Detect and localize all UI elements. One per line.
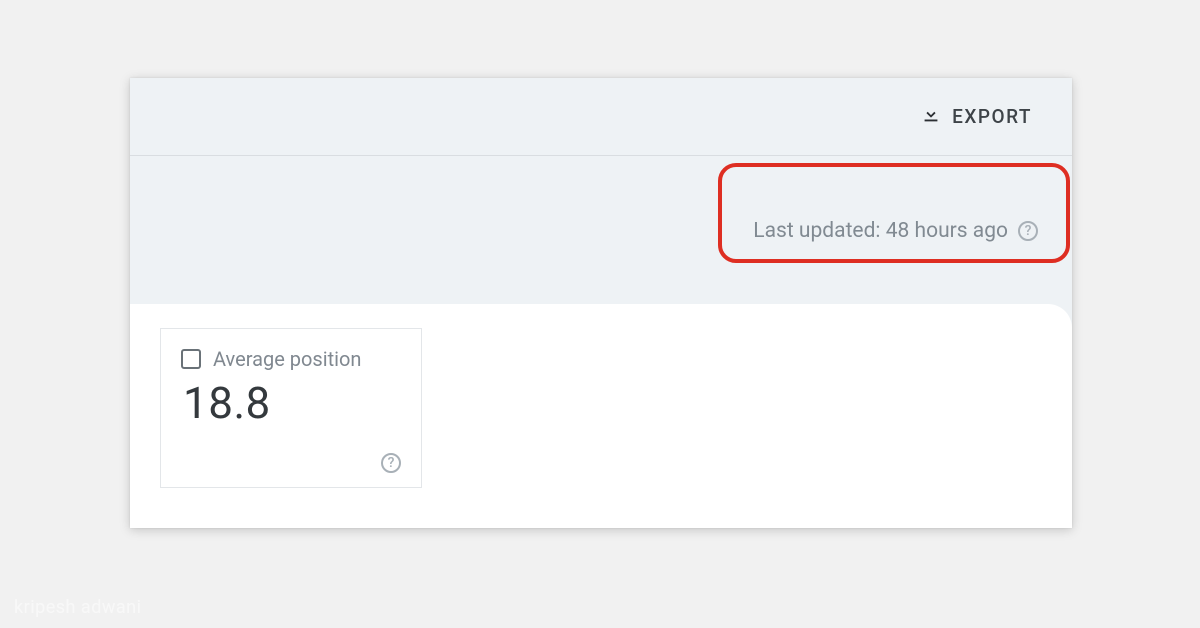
- download-icon: [920, 103, 942, 130]
- watermark: kripesh adwani: [14, 597, 142, 618]
- average-position-card[interactable]: Average position 18.8 ?: [160, 328, 422, 488]
- report-panel: EXPORT Last updated: 48 hours ago ? Aver…: [130, 78, 1072, 528]
- help-icon[interactable]: ?: [381, 453, 401, 473]
- metric-label: Average position: [213, 347, 361, 371]
- export-button[interactable]: EXPORT: [920, 103, 1032, 130]
- status-row: Last updated: 48 hours ago ?: [130, 156, 1072, 306]
- help-icon[interactable]: ?: [1018, 221, 1038, 241]
- last-updated-text: Last updated: 48 hours ago: [753, 219, 1008, 243]
- metric-checkbox[interactable]: [181, 349, 201, 369]
- export-label: EXPORT: [952, 105, 1032, 128]
- toolbar: EXPORT: [130, 78, 1072, 156]
- metric-value: 18.8: [183, 377, 401, 429]
- cards-area: Average position 18.8 ?: [130, 304, 1072, 528]
- metric-header: Average position: [181, 347, 401, 371]
